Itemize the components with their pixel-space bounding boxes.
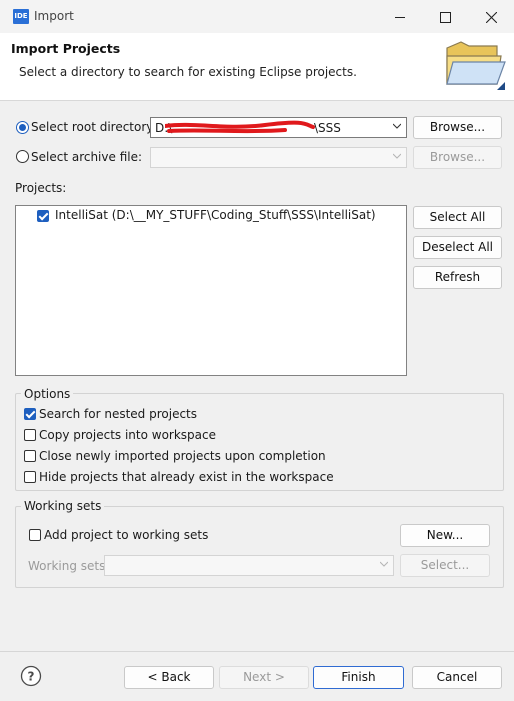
svg-text:?: ?	[28, 670, 35, 684]
ide-app-icon: IDE	[13, 9, 29, 24]
refresh-button[interactable]: Refresh	[413, 266, 502, 289]
minimize-button[interactable]	[385, 6, 415, 28]
project-item-label: IntelliSat (D:\__MY_STUFF\Coding_Stuff\S…	[55, 208, 376, 222]
open-folder-icon	[446, 41, 506, 90]
working-sets-field-label: Working sets:	[28, 559, 110, 573]
add-to-working-sets-checkbox[interactable]	[29, 529, 41, 541]
next-button[interactable]: Next >	[219, 666, 309, 689]
footer-separator	[0, 651, 514, 652]
archive-file-label: Select archive file:	[31, 150, 143, 164]
minimize-icon	[395, 17, 405, 18]
deselect-all-button[interactable]: Deselect All	[413, 236, 502, 259]
select-working-sets-button[interactable]: Select...	[400, 554, 490, 577]
nested-projects-label: Search for nested projects	[39, 407, 198, 421]
window-title: Import	[34, 9, 74, 23]
maximize-button[interactable]	[430, 6, 460, 28]
archive-browse-button[interactable]: Browse...	[413, 146, 502, 169]
projects-list[interactable]: IntelliSat (D:\__MY_STUFF\Coding_Stuff\S…	[15, 205, 407, 376]
copy-projects-checkbox[interactable]	[24, 429, 36, 441]
dialog-title: Import Projects	[11, 41, 121, 56]
close-imported-label: Close newly imported projects upon compl…	[39, 449, 326, 463]
close-button[interactable]	[476, 6, 506, 28]
root-directory-radio[interactable]	[16, 121, 29, 134]
working-sets-group-label: Working sets	[21, 499, 105, 513]
root-directory-combo[interactable]: D:\ \SSS	[150, 117, 407, 138]
back-button[interactable]: < Back	[124, 666, 214, 689]
chevron-down-icon	[393, 123, 401, 129]
projects-label: Projects:	[15, 181, 67, 195]
chevron-down-icon	[393, 153, 401, 159]
root-directory-label: Select root directory:	[31, 120, 157, 134]
chevron-down-icon	[380, 561, 388, 567]
dialog-description: Select a directory to search for existin…	[19, 65, 357, 79]
hide-existing-label: Hide projects that already exist in the …	[39, 470, 334, 484]
finish-button[interactable]: Finish	[313, 666, 404, 689]
hide-existing-checkbox[interactable]	[24, 471, 36, 483]
help-icon[interactable]: ?	[20, 665, 42, 687]
archive-file-radio[interactable]	[16, 150, 29, 163]
root-browse-button[interactable]: Browse...	[413, 116, 502, 139]
redaction-scribble	[165, 120, 315, 134]
archive-file-combo[interactable]	[150, 147, 407, 168]
copy-projects-label: Copy projects into workspace	[39, 428, 217, 442]
new-working-set-button[interactable]: New...	[400, 524, 490, 547]
root-directory-suffix: \SSS	[314, 121, 341, 135]
working-sets-combo[interactable]	[104, 555, 394, 576]
add-to-working-sets-label: Add project to working sets	[44, 528, 209, 542]
close-icon	[485, 11, 497, 23]
close-imported-checkbox[interactable]	[24, 450, 36, 462]
maximize-icon	[439, 11, 451, 23]
options-label: Options	[21, 387, 74, 401]
cancel-button[interactable]: Cancel	[412, 666, 502, 689]
project-checkbox[interactable]	[37, 210, 49, 222]
select-all-button[interactable]: Select All	[413, 206, 502, 229]
nested-projects-checkbox[interactable]	[24, 408, 36, 420]
